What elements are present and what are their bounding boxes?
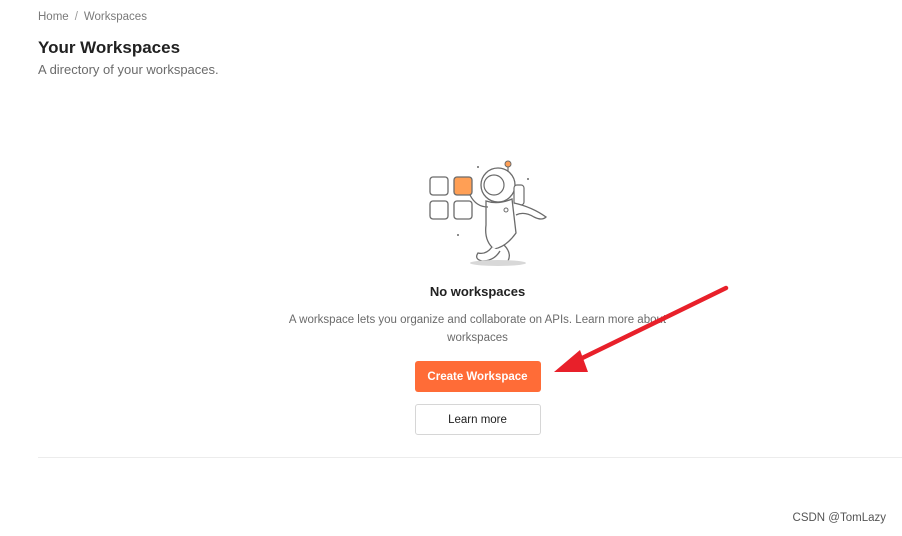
breadcrumb-home-link[interactable]: Home (38, 11, 69, 23)
workspaces-page: Home / Workspaces Your Workspaces A dire… (0, 0, 902, 536)
page-subtitle: A directory of your workspaces. (38, 62, 219, 77)
learn-more-button[interactable]: Learn more (414, 404, 541, 435)
astronaut-grid-illustration (428, 160, 547, 266)
breadcrumb-workspaces-link[interactable]: Workspaces (84, 11, 147, 23)
breadcrumb-separator: / (74, 11, 78, 23)
breadcrumb: Home / Workspaces (38, 11, 147, 23)
page-title: Your Workspaces (38, 38, 181, 57)
watermark: CSDN @TomLazy (792, 512, 886, 524)
red-arrow-icon (554, 285, 729, 372)
create-workspace-button[interactable]: Create Workspace (414, 361, 541, 392)
empty-state-title: No workspaces (429, 284, 526, 299)
section-divider (38, 457, 902, 458)
